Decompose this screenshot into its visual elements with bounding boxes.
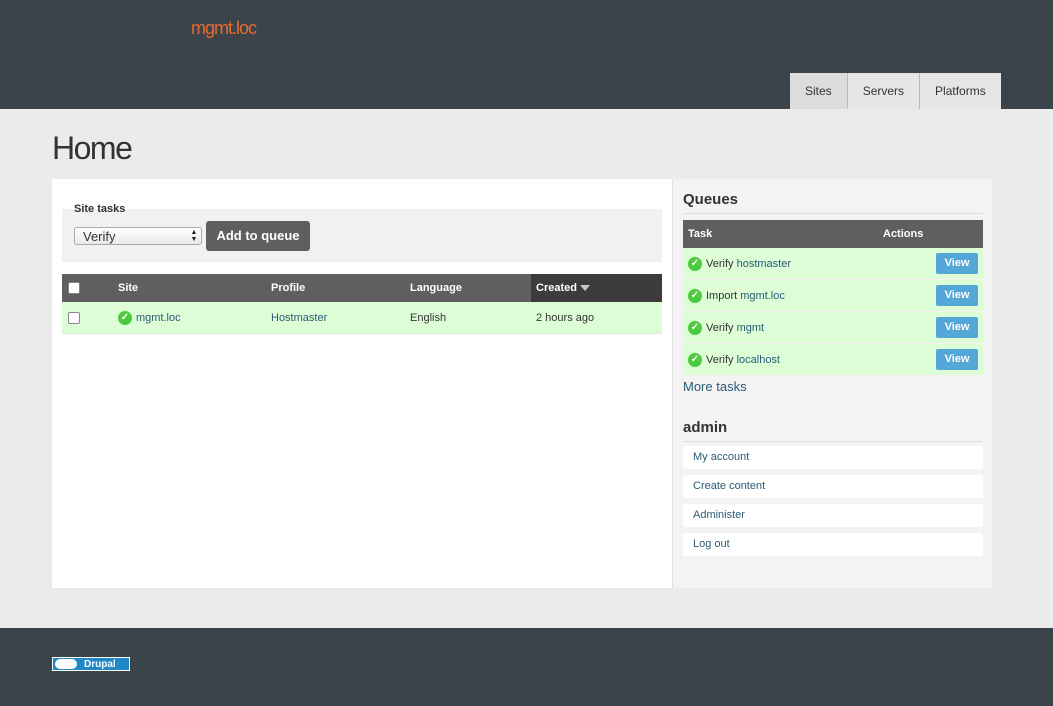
task-verb: Import (706, 289, 738, 302)
sort-desc-icon (579, 285, 590, 292)
add-to-queue-button[interactable]: Add to queue (206, 221, 310, 251)
queue-task-cell: ✓ Verify hostmaster (683, 248, 878, 280)
check-circle-icon: ✓ (688, 352, 702, 367)
task-select[interactable]: Verify ▲ ▼ (74, 227, 202, 245)
sites-table: Site Profile Language Created ✓ mgmt.loc … (62, 274, 662, 334)
table-row: ✓ mgmt.loc Hostmaster English 2 hours ago (62, 302, 662, 334)
row-checkbox[interactable] (68, 311, 80, 324)
main-content: Site tasks Verify ▲ ▼ Add to queue Site P… (52, 179, 672, 588)
more-tasks-link[interactable]: More tasks (683, 379, 747, 394)
site-cell: ✓ mgmt.loc (118, 302, 271, 334)
drupal-badge-label: Drupal (84, 659, 116, 670)
queue-row: ✓ Verify hostmaster View (683, 248, 983, 280)
admin-title: admin (683, 419, 728, 436)
tab-servers[interactable]: Servers (846, 73, 920, 109)
queue-task-cell: ✓ Verify mgmt (683, 311, 878, 344)
tab-platforms[interactable]: Platforms (919, 73, 1001, 109)
col-site[interactable]: Site (118, 274, 271, 302)
view-button[interactable]: View (936, 349, 978, 370)
queue-task-cell: ✓ Import mgmt.loc (683, 279, 878, 312)
check-circle-icon: ✓ (688, 288, 702, 303)
language-cell: English (410, 302, 531, 334)
col-actions: Actions (878, 220, 983, 248)
drupal-drop-icon (55, 659, 77, 669)
queue-row: ✓ Verify localhost View (683, 343, 983, 376)
queue-action-cell: View (878, 343, 983, 376)
my-account-link[interactable]: My account (683, 446, 983, 469)
queue-header-row: Task Actions (683, 220, 983, 248)
profile-cell: Hostmaster (271, 302, 410, 334)
col-task: Task (683, 220, 878, 248)
tab-sites[interactable]: Sites (790, 73, 847, 109)
col-created[interactable]: Created (531, 274, 662, 302)
profile-link[interactable]: Hostmaster (271, 312, 327, 324)
task-target-link[interactable]: mgmt.loc (740, 289, 785, 301)
task-select-value: Verify (83, 229, 116, 244)
select-all-cell (62, 274, 118, 302)
site-link[interactable]: mgmt.loc (136, 311, 181, 323)
task-target-link[interactable]: hostmaster (737, 257, 791, 269)
view-button[interactable]: View (936, 253, 978, 274)
divider (683, 441, 983, 442)
row-select-cell (62, 302, 118, 334)
queue-action-cell: View (878, 311, 983, 344)
page-title: Home (52, 130, 133, 166)
check-circle-icon: ✓ (118, 310, 132, 325)
site-tasks-form: Site tasks Verify ▲ ▼ Add to queue (62, 203, 662, 262)
log-out-link[interactable]: Log out (683, 533, 983, 556)
administer-link[interactable]: Administer (683, 504, 983, 527)
header: mgmt.loc Sites Servers Platforms (0, 0, 1053, 109)
table-header-row: Site Profile Language Created (62, 274, 662, 302)
check-circle-icon: ✓ (688, 256, 702, 271)
task-target-link[interactable]: mgmt (737, 321, 765, 333)
site-tasks-label: Site tasks (74, 203, 126, 215)
check-circle-icon: ✓ (688, 320, 702, 335)
updown-arrows-icon: ▲ ▼ (190, 229, 198, 243)
queue-table: Task Actions ✓ Verify hostmaster View ✓ Im… (683, 220, 983, 376)
queue-action-cell: View (878, 248, 983, 280)
admin-menu: My account Create content Administer Log… (683, 446, 983, 562)
col-language[interactable]: Language (410, 274, 531, 302)
queue-row: ✓ Verify mgmt View (683, 311, 983, 344)
created-cell: 2 hours ago (531, 302, 662, 334)
queues-title: Queues (683, 191, 739, 208)
col-created-label: Created (536, 282, 577, 294)
select-all-checkbox[interactable] (68, 282, 80, 295)
view-button[interactable]: View (936, 317, 978, 338)
drupal-badge[interactable]: Drupal (52, 657, 130, 671)
view-button[interactable]: View (936, 285, 978, 306)
task-verb: Verify (706, 321, 734, 334)
footer: Drupal (0, 628, 1053, 706)
col-profile[interactable]: Profile (271, 274, 410, 302)
task-target-link[interactable]: localhost (737, 353, 780, 365)
task-verb: Verify (706, 353, 734, 366)
task-verb: Verify (706, 257, 734, 270)
divider (683, 213, 983, 214)
sidebar: Queues Task Actions ✓ Verify hostmaster V… (672, 179, 992, 588)
primary-tabs: Sites Servers Platforms (790, 73, 1001, 109)
queue-task-cell: ✓ Verify localhost (683, 343, 878, 376)
create-content-link[interactable]: Create content (683, 475, 983, 498)
site-name-link[interactable]: mgmt.loc (191, 18, 257, 39)
queue-row: ✓ Import mgmt.loc View (683, 279, 983, 312)
queue-action-cell: View (878, 279, 983, 312)
